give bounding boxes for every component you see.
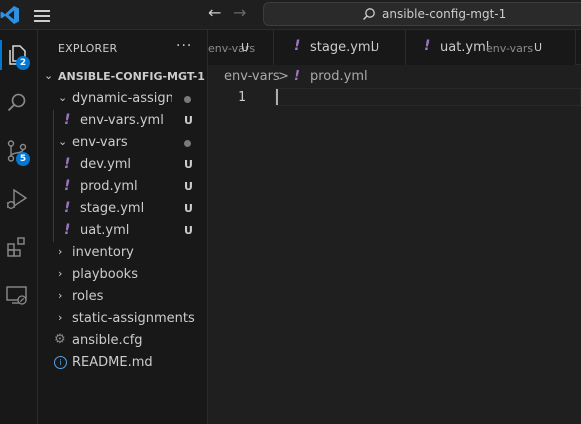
editor-tabs: env-vars U ! stage.yml U ! uat.yml env-v… <box>208 30 581 65</box>
tree-file-ansible-cfg[interactable]: ⚙ ansible.cfg <box>38 330 208 352</box>
tree-folder-dynamic-assignments[interactable]: ⌄ dynamic-assign... <box>38 88 208 110</box>
chevron-down-icon: ⌄ <box>58 91 68 104</box>
tree-item-label: dev.yml <box>80 157 132 172</box>
info-icon: i <box>54 356 67 369</box>
tree-item-label: env-vars.yml <box>80 113 164 128</box>
yaml-file-icon: ! <box>424 38 431 54</box>
current-line-highlight <box>275 88 581 106</box>
search-text: ansible-config-mgt-1 <box>382 7 507 21</box>
chevron-right-icon: › <box>58 245 63 258</box>
remote-explorer-activity[interactable] <box>0 276 38 314</box>
tree-file-env-vars-yml[interactable]: ! env-vars.yml U <box>38 110 208 132</box>
tree-item-label: ansible.cfg <box>72 333 143 348</box>
tree-folder-roles[interactable]: › roles <box>38 286 208 308</box>
tree-item-label: static-assignments <box>72 311 195 326</box>
tree-folder-playbooks[interactable]: › playbooks <box>38 264 208 286</box>
tree-folder-env-vars[interactable]: ⌄ env-vars <box>38 132 208 154</box>
tab-stage-yml[interactable]: ! stage.yml U <box>274 30 406 65</box>
run-debug-icon <box>6 188 28 209</box>
extensions-icon <box>7 237 25 257</box>
explorer-badge: 2 <box>16 56 30 70</box>
tree-item-label: stage.yml <box>80 201 145 216</box>
chevron-right-icon: › <box>58 289 63 302</box>
tree-item-label: roles <box>72 289 104 304</box>
back-arrow-icon[interactable]: ← <box>208 3 221 22</box>
line-number: 1 <box>238 90 246 105</box>
modified-dot <box>184 140 191 147</box>
search-icon <box>7 93 26 112</box>
tab-status: U <box>371 41 380 54</box>
activity-bar: 2 5 <box>0 30 38 424</box>
yaml-file-icon: ! <box>64 156 71 172</box>
tree-file-uat-yml[interactable]: ! uat.yml U <box>38 220 208 242</box>
breadcrumb: env-vars > ! prod.yml <box>208 65 581 87</box>
explorer-title: EXPLORER <box>58 42 118 55</box>
text-cursor[interactable] <box>276 89 278 105</box>
project-folder-header[interactable]: ⌄ ANSIBLE-CONFIG-MGT-1 <box>38 66 208 88</box>
modified-dot <box>184 96 191 103</box>
tab-uat-yml[interactable]: ! uat.yml env-vars U <box>406 30 576 65</box>
tab-description: env-vars <box>486 42 534 55</box>
title-bar: ← → ansible-config-mgt-1 <box>0 0 581 30</box>
tab-status: U <box>241 41 250 54</box>
tree-file-readme-md[interactable]: i README.md <box>38 352 208 374</box>
tree-item-label: dynamic-assign... <box>72 91 172 106</box>
breadcrumb-separator: > <box>278 69 289 84</box>
tree-file-stage-yml[interactable]: ! stage.yml U <box>38 198 208 220</box>
yaml-file-icon: ! <box>64 200 71 216</box>
source-control-activity[interactable]: 5 <box>0 132 38 170</box>
untracked-status: U <box>184 202 193 215</box>
forward-arrow-icon[interactable]: → <box>233 3 246 22</box>
breadcrumb-file[interactable]: prod.yml <box>310 69 368 84</box>
tree-item-label: playbooks <box>72 267 138 282</box>
search-activity[interactable] <box>0 84 38 122</box>
tab-status: U <box>534 41 543 54</box>
tab-label: stage.yml <box>310 40 375 55</box>
untracked-status: U <box>184 180 193 193</box>
tree-item-label: README.md <box>72 355 153 370</box>
source-control-badge: 5 <box>16 152 30 166</box>
explorer-sidebar: EXPLORER ··· ⌄ ANSIBLE-CONFIG-MGT-1 ⌄ dy… <box>38 30 208 424</box>
more-actions-icon[interactable]: ··· <box>176 38 192 54</box>
untracked-status: U <box>184 158 193 171</box>
tab-label: uat.yml <box>440 40 490 55</box>
yaml-file-icon: ! <box>294 38 301 54</box>
tree-item-label: env-vars <box>72 135 128 150</box>
untracked-status: U <box>184 114 193 127</box>
untracked-status: U <box>184 224 193 237</box>
tree-item-label: inventory <box>72 245 134 260</box>
tab-env-vars-partial[interactable]: env-vars U <box>208 30 274 65</box>
tree-file-prod-yml[interactable]: ! prod.yml U <box>38 176 208 198</box>
tree-folder-static-assignments[interactable]: › static-assignments <box>38 308 208 330</box>
tree-file-dev-yml[interactable]: ! dev.yml U <box>38 154 208 176</box>
editor-area: env-vars U ! stage.yml U ! uat.yml env-v… <box>208 30 581 424</box>
run-debug-activity[interactable] <box>0 180 38 218</box>
chevron-right-icon: › <box>58 267 63 280</box>
tree-item-label: prod.yml <box>80 179 138 194</box>
gear-icon: ⚙ <box>54 332 66 347</box>
extensions-activity[interactable] <box>0 228 38 266</box>
chevron-down-icon: ⌄ <box>58 135 68 148</box>
explorer-activity[interactable]: 2 <box>0 36 38 74</box>
tree-item-label: uat.yml <box>80 223 130 238</box>
tree-folder-inventory[interactable]: › inventory <box>38 242 208 264</box>
remote-explorer-icon <box>6 286 27 305</box>
breadcrumb-folder[interactable]: env-vars <box>224 69 280 84</box>
chevron-right-icon: › <box>58 311 63 324</box>
project-name: ANSIBLE-CONFIG-MGT-1 <box>58 70 205 83</box>
yaml-file-icon: ! <box>294 69 300 84</box>
chevron-down-icon: ⌄ <box>44 69 54 82</box>
search-icon <box>363 8 375 20</box>
yaml-file-icon: ! <box>64 222 71 238</box>
vscode-logo-icon <box>0 6 19 24</box>
yaml-file-icon: ! <box>64 178 71 194</box>
yaml-file-icon: ! <box>64 112 71 128</box>
hamburger-menu-icon[interactable] <box>34 7 52 23</box>
command-center-search[interactable]: ansible-config-mgt-1 <box>263 2 581 26</box>
